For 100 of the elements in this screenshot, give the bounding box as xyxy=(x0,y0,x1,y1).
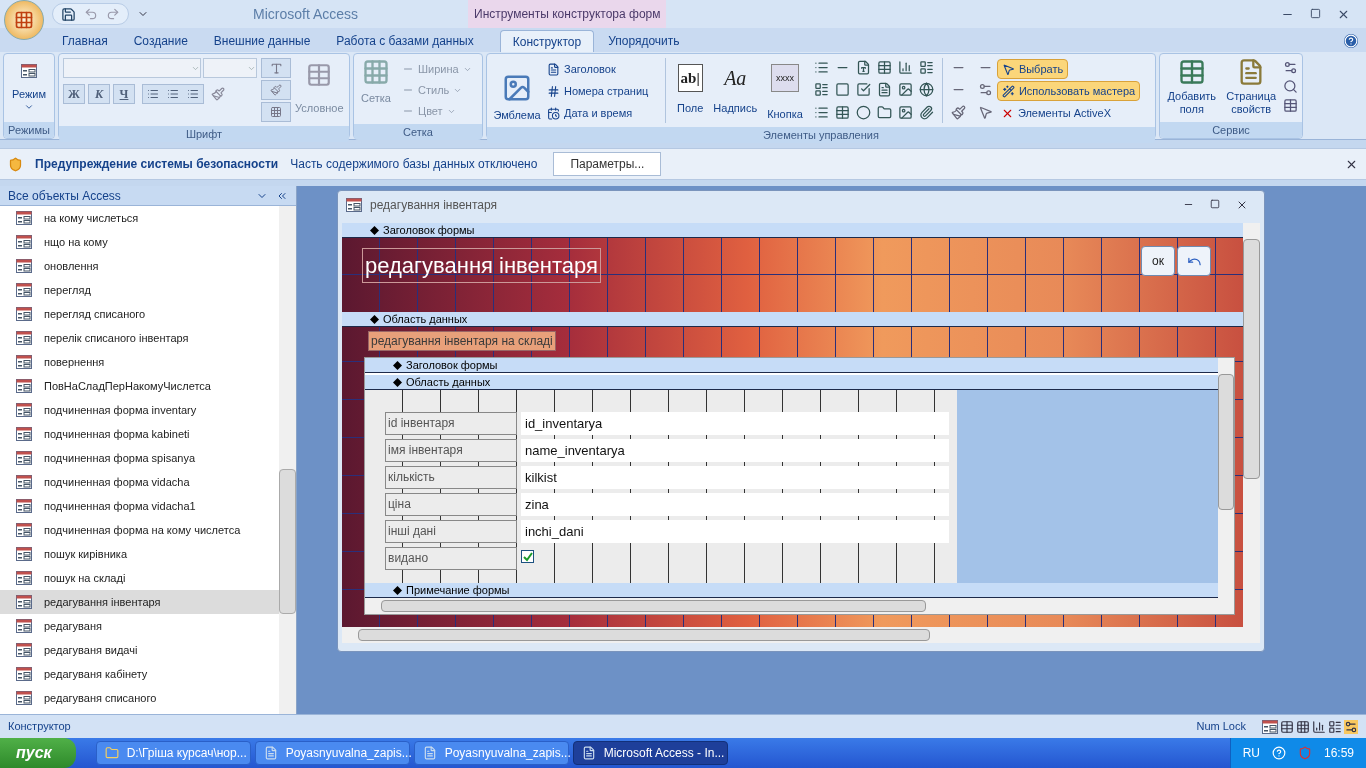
ribbon-tab[interactable]: Внешние данные xyxy=(201,30,323,52)
checkbox[interactable] xyxy=(521,550,534,563)
nav-item[interactable]: редагуваня видачі xyxy=(0,638,279,662)
form-icon xyxy=(16,571,32,585)
layout-view-icon[interactable] xyxy=(1328,719,1342,734)
paperclip-icon[interactable] xyxy=(918,104,934,120)
nav-item[interactable]: оновлення xyxy=(0,254,279,278)
nav-item[interactable]: подчиненная форма vidacha1 xyxy=(0,494,279,518)
mode-button[interactable]: Режим xyxy=(4,54,54,122)
section-marker-icon xyxy=(370,314,379,324)
service-button[interactable]: Добавить поля xyxy=(1164,58,1220,118)
table-icon[interactable] xyxy=(876,60,892,75)
bar-chart-icon[interactable] xyxy=(897,60,913,75)
list-box-icon[interactable] xyxy=(918,60,934,75)
help-icon[interactable] xyxy=(1344,34,1358,48)
ribbon-tab[interactable]: Создание xyxy=(121,30,200,52)
ribbon-tab[interactable]: Конструктор xyxy=(499,30,595,52)
nav-item[interactable]: редагування інвентаря xyxy=(0,590,279,614)
nav-item[interactable]: перегляд списаного xyxy=(0,302,279,326)
control-button[interactable]: xxxx Кнопка xyxy=(764,58,806,123)
nav-item[interactable]: редагуваня xyxy=(0,614,279,638)
ribbon-tab[interactable]: Главная xyxy=(50,30,120,52)
nav-item[interactable]: пошук кирівника xyxy=(0,542,279,566)
list-icon[interactable] xyxy=(813,60,829,75)
radio-icon[interactable] xyxy=(855,104,871,120)
close-icon[interactable] xyxy=(1236,199,1248,211)
control-button[interactable]: ab| Поле xyxy=(674,58,707,123)
shield-icon xyxy=(8,156,23,172)
nav-item[interactable]: перегляд xyxy=(0,278,279,302)
ribbon-tab[interactable]: Упорядочить xyxy=(596,30,692,52)
rectangle-icon[interactable] xyxy=(834,82,850,98)
font-style-button[interactable]: К xyxy=(88,84,110,104)
nav-item[interactable]: ПовНаСладПерНакомуЧислетса xyxy=(0,374,279,398)
section-label: Примечание формы xyxy=(406,584,510,596)
activex-button[interactable]: Элементы ActiveX xyxy=(996,103,1141,123)
nav-item[interactable]: на кому числеться xyxy=(0,206,279,230)
line-color-icon[interactable] xyxy=(950,104,966,120)
letter-icon xyxy=(269,61,283,75)
nav-item[interactable]: нщо на кому xyxy=(0,230,279,254)
logo-button[interactable]: Эмблема xyxy=(491,58,543,123)
ok-button[interactable]: ок xyxy=(1141,246,1175,276)
header-item-button[interactable]: Дата и время xyxy=(547,104,657,122)
pointer-icon xyxy=(1001,62,1015,76)
font-size-field[interactable] xyxy=(203,58,257,78)
checkbox-icon[interactable] xyxy=(855,82,871,98)
control-glyph: Aa xyxy=(724,66,747,92)
fill-color-button[interactable] xyxy=(261,80,291,100)
nav-item[interactable]: подчиненная форма inventary xyxy=(0,398,279,422)
num-lock-indicator: Num Lock xyxy=(1196,719,1246,735)
header-item-button[interactable]: Заголовок xyxy=(547,60,657,78)
options-button[interactable]: Параметры... xyxy=(553,152,662,176)
pivot-view-icon[interactable] xyxy=(1296,719,1310,734)
nav-item[interactable]: подчиненная форма kabineti xyxy=(0,422,279,446)
nav-item[interactable]: повернення xyxy=(0,350,279,374)
align-center-icon xyxy=(167,88,179,100)
undo-button[interactable] xyxy=(1177,246,1211,276)
form-icon xyxy=(16,547,32,561)
wizard-button[interactable]: Использовать мастера xyxy=(996,81,1141,101)
font-color-button[interactable] xyxy=(261,58,291,78)
save-icon[interactable] xyxy=(61,6,76,22)
form-title: редагування інвентаря xyxy=(370,197,498,214)
maximize-icon[interactable] xyxy=(1210,199,1220,209)
picture-icon[interactable] xyxy=(897,104,913,120)
service-button[interactable]: Страница свойств xyxy=(1223,58,1279,118)
help-icon[interactable] xyxy=(1271,746,1286,760)
nav-item[interactable]: подчиненная форма на кому числетса xyxy=(0,518,279,542)
control-button[interactable]: Aa Надпись xyxy=(710,58,761,123)
nav-item[interactable]: подчиненная форма vidacha xyxy=(0,470,279,494)
nav-item[interactable]: редагуваня кабінету xyxy=(0,662,279,686)
nav-item[interactable]: подчиненная форма spisanya xyxy=(0,446,279,470)
ribbon-tab[interactable]: Работа с базами данных xyxy=(324,30,486,52)
font-style-button[interactable]: Ж xyxy=(63,84,85,104)
chart-view-icon[interactable] xyxy=(1312,719,1326,734)
text-box-icon[interactable] xyxy=(855,60,871,75)
globe-icon[interactable] xyxy=(918,82,934,98)
control-glyph: xxxx xyxy=(771,64,799,93)
page-icon[interactable] xyxy=(876,82,892,98)
office-button[interactable] xyxy=(4,0,44,40)
folder-icon xyxy=(104,746,119,760)
header-item-button[interactable]: Номера страниц xyxy=(547,82,657,100)
font-style-button[interactable]: Ч xyxy=(113,84,135,104)
image-icon[interactable] xyxy=(897,82,913,98)
form-icon xyxy=(16,259,32,273)
taskbar-button[interactable]: Microsoft Access - In... xyxy=(572,741,728,765)
form-icon xyxy=(16,523,32,537)
nav-item[interactable]: редагуваня списаного xyxy=(0,686,279,710)
selection-icon[interactable] xyxy=(977,104,993,120)
page-icon xyxy=(547,62,560,76)
security-title: Предупреждение системы безопасности xyxy=(35,156,279,173)
zoom-icon[interactable] xyxy=(1283,79,1298,94)
calendar-clock-icon xyxy=(547,106,560,120)
borders-button[interactable] xyxy=(261,102,291,122)
nav-item[interactable]: перелік списаного інвентаря xyxy=(0,326,279,350)
datasheet-view-icon[interactable] xyxy=(1280,719,1294,734)
restore-icon[interactable] xyxy=(1310,7,1321,19)
section-label: Область данных xyxy=(406,376,491,388)
context-tab-title: Инструменты конструктора форм xyxy=(468,0,667,28)
font-name-field[interactable] xyxy=(63,58,201,78)
select-button[interactable]: Выбрать xyxy=(996,59,1069,79)
nav-item[interactable]: пошук на складі xyxy=(0,566,279,590)
